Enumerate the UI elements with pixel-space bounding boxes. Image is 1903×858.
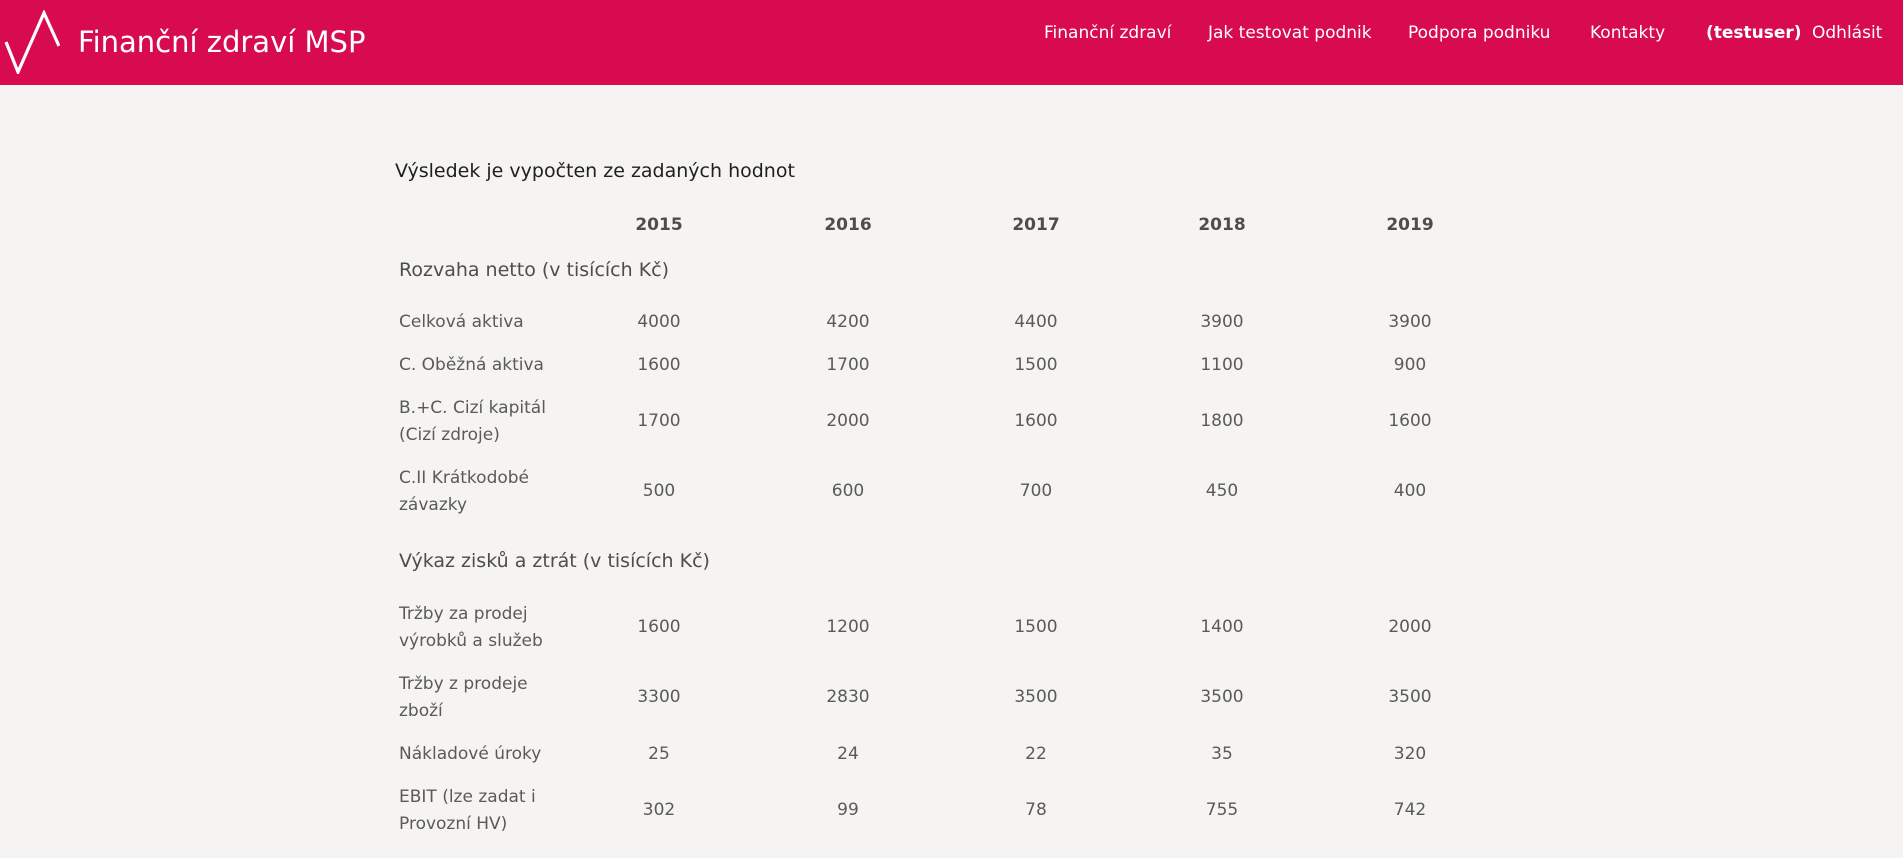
year-header: 2017 bbox=[976, 213, 1096, 237]
table-cell: 500 bbox=[599, 479, 719, 503]
table-cell: 4200 bbox=[788, 310, 908, 334]
nav-financni-zdravi[interactable]: Finanční zdraví bbox=[1044, 21, 1171, 45]
table-cell: 3500 bbox=[976, 685, 1096, 709]
year-header: 2015 bbox=[599, 213, 719, 237]
table-cell: 900 bbox=[1350, 353, 1470, 377]
table-cell: 25 bbox=[599, 742, 719, 766]
table-cell: 3500 bbox=[1162, 685, 1282, 709]
table-cell: 755 bbox=[1162, 798, 1282, 822]
table-cell: 2000 bbox=[1350, 615, 1470, 639]
table-cell: 22 bbox=[976, 742, 1096, 766]
nav-jak-testovat-podnik[interactable]: Jak testovat podnik bbox=[1208, 21, 1372, 45]
logo-icon[interactable] bbox=[4, 10, 60, 74]
site-header: Finanční zdraví MSP Finanční zdraví Jak … bbox=[0, 0, 1903, 85]
row-label: Celková aktiva bbox=[399, 309, 559, 336]
row-label: C.II Krátkodobé závazky bbox=[399, 465, 559, 519]
table-cell: 1200 bbox=[788, 615, 908, 639]
row-label: EBIT (lze zadat i Provozní HV) bbox=[399, 784, 559, 838]
table-cell: 1400 bbox=[1162, 615, 1282, 639]
table-cell: 3900 bbox=[1350, 310, 1470, 334]
table-cell: 35 bbox=[1162, 742, 1282, 766]
table-cell: 1600 bbox=[1350, 409, 1470, 433]
section-title-vykaz: Výkaz zisků a ztrát (v tisících Kč) bbox=[399, 548, 710, 574]
nav-kontakty[interactable]: Kontakty bbox=[1590, 21, 1665, 45]
table-cell: 600 bbox=[788, 479, 908, 503]
table-cell: 1700 bbox=[599, 409, 719, 433]
table-cell: 302 bbox=[599, 798, 719, 822]
table-cell: 1500 bbox=[976, 615, 1096, 639]
year-header: 2019 bbox=[1350, 213, 1470, 237]
table-cell: 1100 bbox=[1162, 353, 1282, 377]
row-label: Tržby z prodeje zboží bbox=[399, 671, 559, 725]
table-cell: 1600 bbox=[599, 353, 719, 377]
logout-link[interactable]: Odhlásit bbox=[1812, 21, 1882, 45]
table-cell: 742 bbox=[1350, 798, 1470, 822]
table-cell: 2000 bbox=[788, 409, 908, 433]
result-title: Výsledek je vypočten ze zadaných hodnot bbox=[395, 158, 795, 184]
brand-title[interactable]: Finanční zdraví MSP bbox=[78, 22, 365, 62]
section-title-rozvaha: Rozvaha netto (v tisících Kč) bbox=[399, 257, 669, 283]
table-cell: 1600 bbox=[976, 409, 1096, 433]
table-cell: 99 bbox=[788, 798, 908, 822]
table-cell: 24 bbox=[788, 742, 908, 766]
row-label: B.+C. Cizí kapitál (Cizí zdroje) bbox=[399, 395, 559, 449]
table-cell: 1800 bbox=[1162, 409, 1282, 433]
table-cell: 3500 bbox=[1350, 685, 1470, 709]
row-label: Tržby za prodej výrobků a služeb bbox=[399, 601, 559, 655]
user-name[interactable]: (testuser) bbox=[1706, 21, 1802, 45]
nav-podpora-podniku[interactable]: Podpora podniku bbox=[1408, 21, 1550, 45]
table-cell: 3900 bbox=[1162, 310, 1282, 334]
table-cell: 4000 bbox=[599, 310, 719, 334]
table-cell: 1600 bbox=[599, 615, 719, 639]
year-header: 2016 bbox=[788, 213, 908, 237]
table-cell: 1700 bbox=[788, 353, 908, 377]
row-label: C. Oběžná aktiva bbox=[399, 352, 559, 379]
table-cell: 450 bbox=[1162, 479, 1282, 503]
table-cell: 1500 bbox=[976, 353, 1096, 377]
table-cell: 320 bbox=[1350, 742, 1470, 766]
year-header: 2018 bbox=[1162, 213, 1282, 237]
table-cell: 4400 bbox=[976, 310, 1096, 334]
table-cell: 2830 bbox=[788, 685, 908, 709]
table-cell: 3300 bbox=[599, 685, 719, 709]
table-cell: 700 bbox=[976, 479, 1096, 503]
table-cell: 78 bbox=[976, 798, 1096, 822]
row-label: Nákladové úroky bbox=[399, 741, 559, 768]
table-cell: 400 bbox=[1350, 479, 1470, 503]
